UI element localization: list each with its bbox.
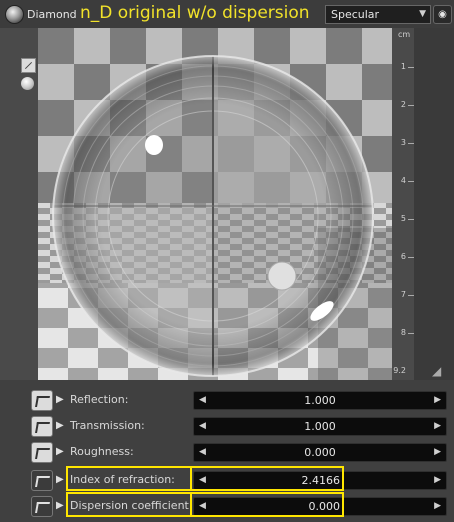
texture-map-icon[interactable] — [31, 442, 53, 463]
expand-arrow-icon[interactable]: ▶ — [56, 446, 64, 457]
diamond-sphere-render — [38, 28, 392, 380]
material-header: Diamond n_D original w/o dispersion Spec… — [0, 0, 454, 28]
material-preview-icon[interactable] — [5, 5, 24, 24]
pen-tool-icon[interactable] — [21, 58, 36, 73]
param-row-reflection: ▶ Reflection: ◀ 1.000 ▶ — [28, 388, 448, 412]
resize-grip-icon[interactable]: ◢ — [432, 364, 448, 378]
increment-arrow-icon[interactable]: ▶ — [434, 421, 441, 431]
expand-arrow-icon[interactable]: ▶ — [56, 420, 64, 431]
increment-arrow-icon[interactable]: ▶ — [434, 395, 441, 405]
param-label: Roughness: — [70, 445, 134, 458]
reflection-slider[interactable]: ◀ 1.000 ▶ — [193, 391, 447, 410]
param-value[interactable]: 1.000 — [194, 394, 446, 407]
highlight-box — [66, 492, 192, 517]
texture-map-icon[interactable] — [31, 496, 53, 517]
expand-arrow-icon[interactable]: ▶ — [56, 500, 64, 511]
material-name: Diamond — [27, 8, 77, 21]
shading-mode-value: Specular — [331, 8, 380, 21]
scale-ruler: cm 1 2 3 4 5 6 7 8 9.2 — [392, 28, 414, 380]
ruler-tick: 1 — [400, 62, 406, 71]
param-row-transmission: ▶ Transmission: ◀ 1.000 ▶ — [28, 414, 448, 438]
eye-icon[interactable]: ◉ — [433, 5, 452, 24]
increment-arrow-icon[interactable]: ▶ — [434, 447, 441, 457]
ruler-tick: 3 — [400, 138, 406, 147]
ruler-tick: 6 — [400, 252, 406, 261]
texture-map-icon[interactable] — [31, 416, 53, 437]
ruler-tick: 9.2 — [393, 366, 406, 375]
param-label: Transmission: — [70, 419, 145, 432]
shading-mode-select[interactable]: Specular ▼ — [325, 5, 431, 24]
ruler-tick: 4 — [400, 176, 406, 185]
ruler-unit: cm — [398, 30, 411, 39]
right-panel-strip — [414, 28, 454, 380]
ruler-tick: 2 — [400, 100, 406, 109]
texture-map-icon[interactable] — [31, 390, 53, 411]
transmission-slider[interactable]: ◀ 1.000 ▶ — [193, 417, 447, 436]
param-row-roughness: ▶ Roughness: ◀ 0.000 ▶ — [28, 440, 448, 464]
parameter-panel: ▶ Reflection: ◀ 1.000 ▶ ▶ Transmission: … — [0, 380, 454, 522]
sphere-shape-icon[interactable] — [21, 77, 34, 90]
highlight-box — [190, 466, 344, 491]
expand-arrow-icon[interactable]: ▶ — [56, 474, 64, 485]
param-value[interactable]: 1.000 — [194, 420, 446, 433]
roughness-slider[interactable]: ◀ 0.000 ▶ — [193, 443, 447, 462]
ruler-tick: 8 — [400, 328, 406, 337]
expand-arrow-icon[interactable]: ▶ — [56, 394, 64, 405]
chevron-down-icon: ▼ — [419, 9, 426, 19]
highlight-box — [66, 466, 192, 491]
increment-arrow-icon[interactable]: ▶ — [434, 501, 441, 511]
ruler-tick: 7 — [400, 290, 406, 299]
increment-arrow-icon[interactable]: ▶ — [434, 475, 441, 485]
param-value[interactable]: 0.000 — [194, 446, 446, 459]
ruler-tick: 5 — [400, 214, 406, 223]
highlight-box — [190, 492, 344, 517]
render-preview[interactable] — [38, 28, 392, 380]
overlay-title: n_D original w/o dispersion — [80, 3, 310, 23]
param-label: Reflection: — [70, 393, 129, 406]
preview-toolbar — [0, 28, 38, 402]
texture-map-icon[interactable] — [31, 470, 53, 491]
